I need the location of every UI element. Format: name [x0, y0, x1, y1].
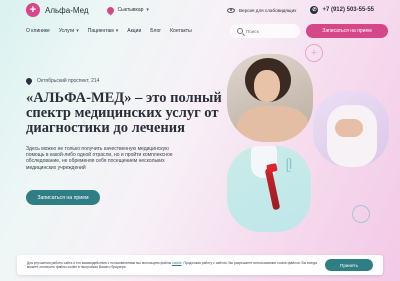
- cookie-banner: Для улучшения работы сайта и его взаимод…: [17, 255, 383, 275]
- nav-item-label: Пациентам: [87, 28, 114, 34]
- medical-cross-icon: +: [305, 44, 323, 62]
- appointment-button[interactable]: Записаться на прием: [306, 24, 388, 38]
- search-input[interactable]: [246, 28, 286, 34]
- logo-text[interactable]: Альфа-Мед: [45, 6, 89, 15]
- main-nav: О клинике Услуги ▾ Пациентам ▾ Акции Бло…: [26, 23, 388, 39]
- breast-exam-image: [313, 91, 389, 167]
- location-pin-icon: [24, 76, 34, 86]
- address-text: Октябрьский проспект, 214: [37, 78, 100, 84]
- location-pin-icon: [105, 5, 116, 15]
- nav-item-blog[interactable]: Блог: [150, 28, 161, 34]
- hero-title: «АЛЬФА-МЕД» – это полный спектр медицинс…: [26, 90, 222, 136]
- nav-item-label: Услуги: [58, 28, 75, 34]
- search-icon[interactable]: [237, 28, 243, 34]
- nav-item-patients[interactable]: Пациентам ▾: [88, 28, 119, 34]
- hero-appointment-button[interactable]: Записаться на прием: [26, 190, 100, 205]
- city-selector[interactable]: Сыктывкар ▾: [105, 5, 149, 15]
- hero-description: Здесь можно не только получить качествен…: [26, 146, 173, 171]
- cookie-accept-button[interactable]: Принять: [325, 259, 373, 271]
- city-label: Сыктывкар: [117, 7, 144, 13]
- nav-item-label: Блог: [150, 28, 162, 34]
- nav-item-label: Акции: [127, 28, 142, 34]
- cookie-text: Для улучшения работы сайта и его взаимод…: [27, 260, 318, 269]
- blood-test-tube-image: [227, 146, 311, 232]
- chevron-down-icon: ▾: [146, 7, 149, 13]
- smiling-woman-image: [227, 54, 313, 142]
- nav-item-contacts[interactable]: Контакты: [170, 28, 192, 34]
- chevron-down-icon: ▾: [76, 28, 79, 34]
- phone-link[interactable]: ✆ +7 (912) 503-55-55: [310, 6, 374, 14]
- cookie-link[interactable]: cookie: [172, 261, 182, 265]
- nav-item-label: О клинике: [26, 28, 50, 34]
- nav-item-promotions[interactable]: Акции: [127, 28, 141, 34]
- logo-icon[interactable]: +: [26, 3, 40, 17]
- phone-number: +7 (912) 503-55-55: [322, 7, 374, 13]
- accessibility-label: Версия для слабовидящих: [238, 7, 297, 13]
- eye-icon: [226, 7, 235, 13]
- decorative-squiggle-icon: ᥫ: [286, 158, 293, 172]
- search-box[interactable]: [230, 24, 300, 38]
- phone-icon: ✆: [310, 6, 319, 14]
- decorative-circle-icon: [352, 205, 370, 223]
- nav-item-about[interactable]: О клинике: [26, 28, 50, 34]
- clinic-address: Октябрьский проспект, 214: [24, 76, 100, 86]
- chevron-down-icon: ▾: [115, 28, 119, 34]
- top-bar: + Альфа-Мед Сыктывкар ▾ Версия для слабо…: [26, 2, 374, 18]
- nav-item-services[interactable]: Услуги ▾: [59, 28, 79, 34]
- page: + Альфа-Мед Сыктывкар ▾ Версия для слабо…: [0, 0, 400, 281]
- nav-item-label: Контакты: [170, 28, 192, 34]
- accessibility-link[interactable]: Версия для слабовидящих: [226, 7, 297, 13]
